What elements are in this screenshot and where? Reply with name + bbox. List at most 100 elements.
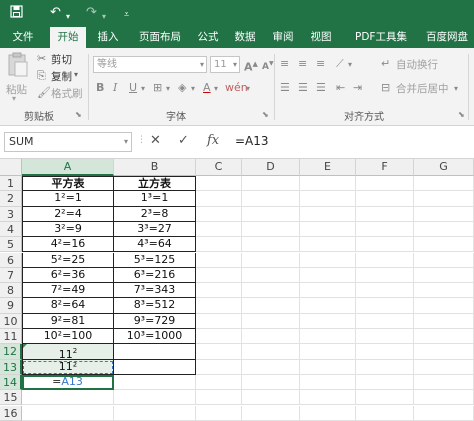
tab-review[interactable]: 审阅 [268,27,298,48]
cell-a15[interactable] [22,390,114,406]
cell-e13[interactable] [300,359,356,375]
cell-g4[interactable] [414,221,474,238]
tab-baidu-netdisk[interactable]: 百度网盘 [420,27,474,48]
cell-g11[interactable] [414,329,474,345]
column-header-d[interactable]: D [242,159,300,176]
undo-dropdown-icon[interactable]: ▾ [66,9,70,25]
cell-a4[interactable]: 3²=9 [22,221,114,238]
increase-indent-icon[interactable]: ⇥ [353,81,362,95]
cell-f9[interactable] [356,298,414,314]
row-header-14[interactable]: 14 [0,374,22,391]
column-header-a[interactable]: A [22,159,114,176]
middle-align-icon[interactable]: ≡ [298,57,307,71]
row-header-13[interactable]: 13 [0,359,22,375]
bold-icon[interactable]: B [96,81,104,95]
cell-e15[interactable] [300,390,356,406]
fill-dropdown-icon[interactable]: ▾ [191,82,195,96]
cell-d5[interactable] [242,237,300,253]
cell-g7[interactable] [414,267,474,284]
cell-b12[interactable] [114,344,196,360]
cell-a5[interactable]: 4²=16 [22,237,114,253]
cell-b1[interactable]: 立方表 [114,176,196,192]
cell-f16[interactable] [356,405,414,421]
cell-e11[interactable] [300,329,356,345]
cell-a9[interactable]: 8²=64 [22,298,114,314]
cell-b5[interactable]: 4³=64 [114,237,196,253]
redo-dropdown-icon[interactable]: ▾ [102,9,106,25]
cell-b2[interactable]: 1³=1 [114,191,196,207]
decrease-indent-icon[interactable]: ⇤ [336,81,345,95]
cell-c10[interactable] [196,313,242,329]
cell-c9[interactable] [196,298,242,314]
cell-g6[interactable] [414,252,474,268]
tab-view[interactable]: 视图 [306,27,336,48]
row-header-6[interactable]: 6 [0,252,22,268]
cell-c2[interactable] [196,191,242,207]
copy-dropdown-icon[interactable]: ▾ [74,70,78,79]
cell-d13[interactable] [242,359,300,375]
cell-d14[interactable] [242,374,300,391]
row-header-9[interactable]: 9 [0,298,22,314]
cell-b3[interactable]: 2³=8 [114,206,196,222]
row-header-1[interactable]: 1 [0,176,22,192]
cell-f2[interactable] [356,191,414,207]
column-header-b[interactable]: B [114,159,196,176]
cell-f11[interactable] [356,329,414,345]
cell-d2[interactable] [242,191,300,207]
row-header-3[interactable]: 3 [0,206,22,222]
cell-g15[interactable] [414,390,474,406]
tab-pdf-tools[interactable]: PDF工具集 [348,27,414,48]
format-painter-button[interactable]: 格式刷 [51,86,83,101]
cell-f8[interactable] [356,283,414,299]
tab-file[interactable]: 文件 [6,27,40,48]
cell-b13[interactable] [114,359,196,375]
border-icon[interactable]: ⊞ [153,81,162,95]
cell-d1[interactable] [242,176,300,192]
align-right-icon[interactable]: ☰ [316,81,326,95]
cell-e14[interactable] [300,374,356,391]
redo-icon[interactable]: ↷ [86,5,97,21]
cell-g8[interactable] [414,283,474,299]
cell-e4[interactable] [300,221,356,238]
cell-b7[interactable]: 6³=216 [114,267,196,284]
row-header-4[interactable]: 4 [0,221,22,238]
cell-c12[interactable] [196,344,242,360]
cell-c6[interactable] [196,252,242,268]
column-header-e[interactable]: E [300,159,356,176]
cell-f1[interactable] [356,176,414,192]
column-header-g[interactable]: G [414,159,474,176]
cell-d7[interactable] [242,267,300,284]
cell-g9[interactable] [414,298,474,314]
enter-icon[interactable]: ✓ [178,133,189,148]
formula-input[interactable]: =A13 [232,132,472,152]
cell-g3[interactable] [414,206,474,222]
shrink-font-icon[interactable]: A▼ [262,57,274,74]
border-dropdown-icon[interactable]: ▾ [166,82,170,96]
underline-dropdown-icon[interactable]: ▾ [141,82,145,96]
cell-f15[interactable] [356,390,414,406]
row-header-15[interactable]: 15 [0,390,22,406]
cell-g13[interactable] [414,359,474,375]
cell-g12[interactable] [414,344,474,360]
font-size-combo[interactable]: 11 ▾ [210,56,240,73]
cell-f4[interactable] [356,221,414,238]
tab-formulas[interactable]: 公式 [194,27,222,48]
row-header-11[interactable]: 11 [0,329,22,345]
font-name-combo[interactable]: 等线 ▾ [93,56,207,73]
row-header-7[interactable]: 7 [0,267,22,284]
cell-d15[interactable] [242,390,300,406]
underline-icon[interactable]: U [129,81,137,95]
tab-page-layout[interactable]: 页面布局 [132,27,188,48]
insert-function-icon[interactable]: fx [207,133,219,148]
cell-a16[interactable] [22,405,114,421]
tab-insert[interactable]: 插入 [92,27,124,48]
cell-b8[interactable]: 7³=343 [114,283,196,299]
cell-a13[interactable]: 11² [22,359,114,375]
cell-f13[interactable] [356,359,414,375]
cell-b14[interactable] [114,374,196,391]
phonetic-icon[interactable]: wén [225,81,248,95]
column-header-c[interactable]: C [196,159,242,176]
cell-c13[interactable] [196,359,242,375]
cell-c3[interactable] [196,206,242,222]
name-box[interactable]: SUM ▾ [4,132,132,152]
